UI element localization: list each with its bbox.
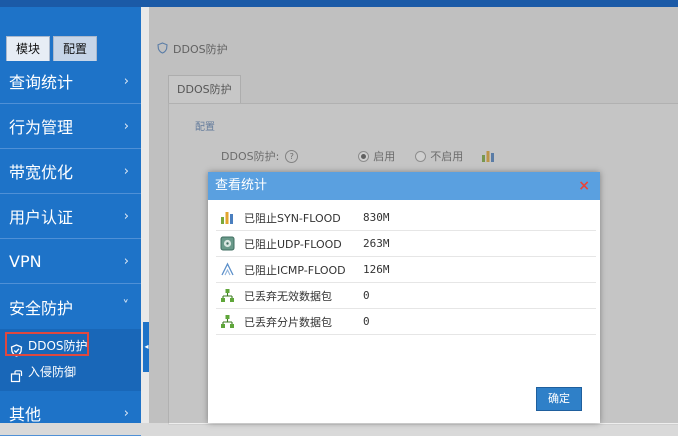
stat-value: 126M [363, 263, 390, 276]
network-icon [220, 288, 235, 303]
sidebar-tabs: 模块 配置 [6, 36, 98, 61]
stat-value: 263M [363, 237, 390, 250]
close-icon[interactable]: × [578, 172, 590, 200]
tab-modules[interactable]: 模块 [6, 36, 51, 61]
sidebar: 模块 配置 查询统计 › 行为管理 › 带宽优化 › 用户认证 › VPN › … [0, 7, 141, 436]
dialog-header: 查看统计 × [208, 172, 600, 200]
sidebar-item-user-auth[interactable]: 用户认证 › [0, 194, 141, 239]
chevron-right-icon: › [123, 208, 129, 224]
sidebar-item-label: 查询统计 [9, 73, 74, 92]
disk-icon [220, 236, 235, 251]
sidebar-item-label: 用户认证 [9, 208, 74, 227]
submenu-item-label: DDOS防护 [28, 339, 88, 353]
sidebar-item-query-stats[interactable]: 查询统计 › [0, 59, 141, 104]
shield-icon [10, 340, 23, 357]
tab-config[interactable]: 配置 [53, 36, 98, 61]
chevron-down-icon: ˅ [122, 299, 130, 314]
list-item: 已丢弃无效数据包 0 [216, 283, 596, 309]
top-bar [0, 0, 678, 7]
stats-list: 已阻止SYN-FLOOD 830M 已阻止UDP-FLOOD 263M 已阻止I… [216, 205, 596, 335]
stat-label: 已阻止SYN-FLOOD [244, 211, 341, 225]
sidebar-item-security[interactable]: 安全防护 ˅ [0, 284, 141, 329]
stat-label: 已丢弃无效数据包 [244, 289, 332, 303]
stat-value: 830M [363, 211, 390, 224]
list-item: 已丢弃分片数据包 0 [216, 309, 596, 335]
signal-icon [220, 262, 235, 277]
sidebar-menu: 查询统计 › 行为管理 › 带宽优化 › 用户认证 › VPN › 安全防护 ˅ [0, 59, 141, 436]
sidebar-item-behavior[interactable]: 行为管理 › [0, 104, 141, 149]
list-item: 已阻止UDP-FLOOD 263M [216, 231, 596, 257]
sidebar-item-other[interactable]: 其他 › [0, 391, 141, 436]
sidebar-item-label: 其他 [9, 405, 42, 424]
stat-value: 0 [363, 289, 370, 302]
intrusion-prevention-icon [10, 366, 23, 382]
stat-label: 已阻止ICMP-FLOOD [244, 263, 346, 277]
dialog-title: 查看统计 [215, 178, 268, 193]
chevron-right-icon: › [123, 405, 129, 421]
sidebar-item-label: 行为管理 [9, 118, 74, 137]
security-submenu: DDOS防护 入侵防御 [0, 329, 141, 391]
stats-dialog: 查看统计 × 已阻止SYN-FLOOD 830M 已阻止UDP-FLOOD 26… [208, 172, 600, 423]
bar-chart-icon [220, 210, 235, 225]
sidebar-item-label: VPN [9, 251, 42, 271]
submenu-item-label: 入侵防御 [28, 365, 77, 379]
list-item: 已阻止SYN-FLOOD 830M [216, 205, 596, 231]
sidebar-item-label: 带宽优化 [9, 163, 74, 182]
submenu-item-intrusion[interactable]: 入侵防御 [0, 359, 141, 385]
chevron-right-icon: › [123, 253, 129, 269]
list-item: 已阻止ICMP-FLOOD 126M [216, 257, 596, 283]
stat-label: 已丢弃分片数据包 [244, 315, 332, 329]
chevron-right-icon: › [123, 73, 129, 89]
sidebar-item-vpn[interactable]: VPN › [0, 239, 141, 284]
sidebar-item-bandwidth[interactable]: 带宽优化 › [0, 149, 141, 194]
chevron-right-icon: › [123, 118, 129, 134]
sidebar-item-label: 安全防护 [9, 298, 74, 318]
submenu-item-ddos[interactable]: DDOS防护 [0, 332, 141, 359]
chevron-right-icon: › [123, 163, 129, 179]
ok-button[interactable]: 确定 [536, 387, 582, 411]
stat-value: 0 [363, 315, 370, 328]
stat-label: 已阻止UDP-FLOOD [244, 237, 342, 251]
network-icon [220, 314, 235, 329]
